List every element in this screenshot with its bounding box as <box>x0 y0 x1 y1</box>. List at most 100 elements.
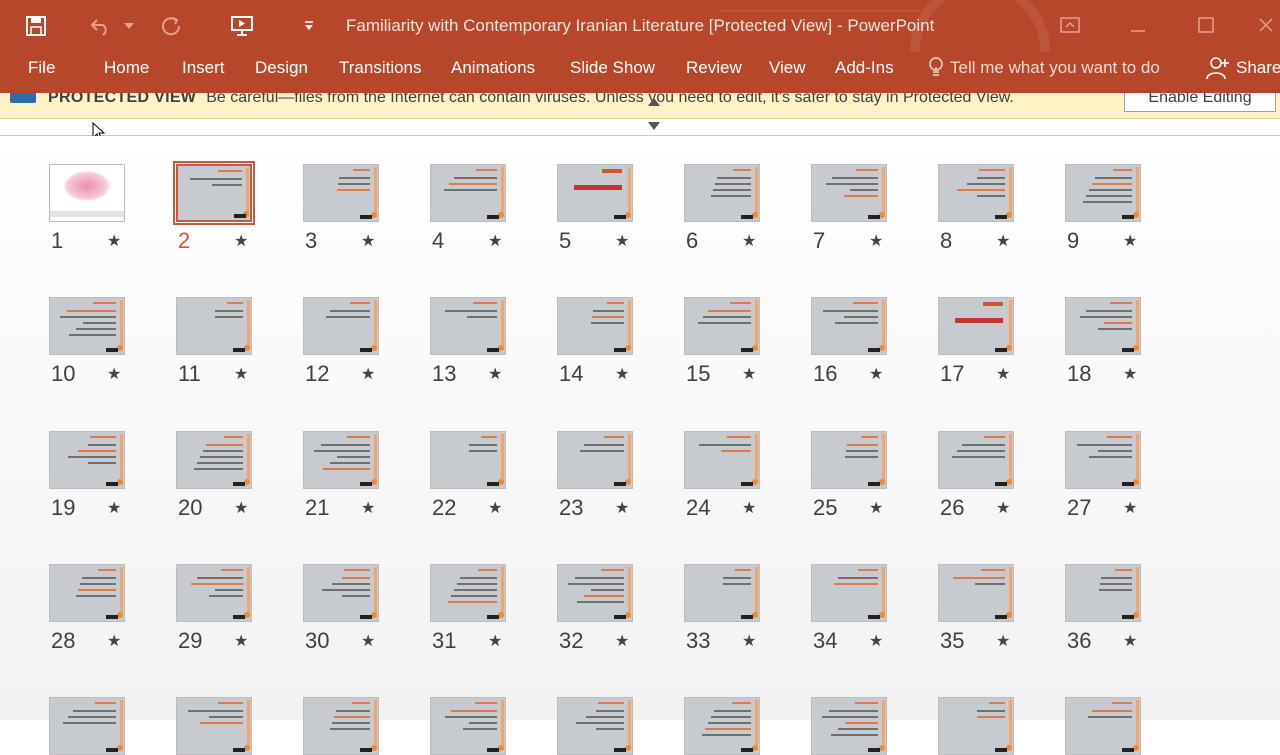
animation-star-icon[interactable]: ★ <box>869 631 883 651</box>
slide-thumbnail[interactable] <box>303 431 379 489</box>
slide-sorter-pane[interactable]: 1 ★ 2 ★ 3 ★ 4 ★ 5 ★ 6 ★ 7 ★ 8 ★ 9 ★ 10 ★ 11 ★ 12 ★ 13 ★ 14 ★ 15 ★ 16 ★ 1… <box>0 136 1280 755</box>
slide-thumbnail[interactable] <box>557 564 633 622</box>
tab-review[interactable]: Review <box>686 52 742 93</box>
slide-thumbnail[interactable] <box>1065 431 1141 489</box>
slide-thumbnail[interactable] <box>684 564 760 622</box>
slide-thumbnail[interactable] <box>49 697 125 755</box>
slide-thumbnail[interactable] <box>811 697 887 755</box>
animation-star-icon[interactable]: ★ <box>488 364 502 384</box>
animation-star-icon[interactable]: ★ <box>488 631 502 651</box>
animation-star-icon[interactable]: ★ <box>361 498 375 518</box>
animation-star-icon[interactable]: ★ <box>742 231 756 251</box>
tab-home[interactable]: Home <box>104 52 149 93</box>
slide-thumbnail[interactable] <box>684 297 760 355</box>
slide-thumbnail[interactable] <box>938 564 1014 622</box>
animation-star-icon[interactable]: ★ <box>107 498 121 518</box>
tab-file[interactable]: File <box>28 52 55 93</box>
close-icon[interactable] <box>1258 10 1280 40</box>
animation-star-icon[interactable]: ★ <box>488 498 502 518</box>
slide-thumbnail[interactable] <box>49 297 125 355</box>
slide-thumbnail[interactable] <box>684 431 760 489</box>
enable-editing-button[interactable]: Enable Editing <box>1124 93 1276 112</box>
animation-star-icon[interactable]: ★ <box>1123 231 1137 251</box>
slide-thumbnail[interactable] <box>430 431 506 489</box>
slide-thumbnail[interactable] <box>811 164 887 222</box>
animation-star-icon[interactable]: ★ <box>361 231 375 251</box>
slide-thumbnail[interactable] <box>49 431 125 489</box>
tab-slide-show[interactable]: Slide Show <box>570 52 655 93</box>
animation-star-icon[interactable]: ★ <box>234 498 248 518</box>
animation-star-icon[interactable]: ★ <box>996 364 1010 384</box>
slide-thumbnail[interactable] <box>557 297 633 355</box>
animation-star-icon[interactable]: ★ <box>1123 498 1137 518</box>
undo-dropdown-icon[interactable] <box>120 12 138 40</box>
tab-insert[interactable]: Insert <box>182 52 225 93</box>
collapse-up-arrow-icon[interactable] <box>648 98 660 106</box>
slide-thumbnail[interactable] <box>430 297 506 355</box>
slide-thumbnail[interactable] <box>938 697 1014 755</box>
animation-star-icon[interactable]: ★ <box>869 498 883 518</box>
minimize-icon[interactable] <box>1118 10 1158 40</box>
slide-thumbnail[interactable] <box>49 564 125 622</box>
slide-thumbnail[interactable] <box>176 431 252 489</box>
animation-star-icon[interactable]: ★ <box>615 631 629 651</box>
redo-icon[interactable] <box>156 12 186 40</box>
slide-thumbnail[interactable] <box>684 697 760 755</box>
animation-star-icon[interactable]: ★ <box>1123 631 1137 651</box>
slide-thumbnail[interactable] <box>557 697 633 755</box>
animation-star-icon[interactable]: ★ <box>107 231 121 251</box>
slide-thumbnail[interactable] <box>303 697 379 755</box>
animation-star-icon[interactable]: ★ <box>869 364 883 384</box>
tell-me-box[interactable]: Tell me what you want to do <box>928 52 1160 93</box>
animation-star-icon[interactable]: ★ <box>488 231 502 251</box>
slide-thumbnail[interactable] <box>1065 297 1141 355</box>
animation-star-icon[interactable]: ★ <box>1123 364 1137 384</box>
animation-star-icon[interactable]: ★ <box>615 498 629 518</box>
slide-thumbnail[interactable] <box>49 164 125 222</box>
animation-star-icon[interactable]: ★ <box>742 498 756 518</box>
save-icon[interactable] <box>20 12 52 40</box>
slide-thumbnail[interactable] <box>303 297 379 355</box>
animation-star-icon[interactable]: ★ <box>996 631 1010 651</box>
tab-view[interactable]: View <box>769 52 806 93</box>
slide-thumbnail[interactable] <box>430 564 506 622</box>
animation-star-icon[interactable]: ★ <box>996 231 1010 251</box>
slide-thumbnail[interactable] <box>430 164 506 222</box>
slide-thumbnail[interactable] <box>938 431 1014 489</box>
slide-thumbnail[interactable] <box>1065 697 1141 755</box>
animation-star-icon[interactable]: ★ <box>361 364 375 384</box>
share-button[interactable]: Share <box>1206 52 1280 93</box>
tab-design[interactable]: Design <box>255 52 308 93</box>
slide-thumbnail[interactable] <box>1065 164 1141 222</box>
slide-thumbnail[interactable] <box>811 431 887 489</box>
slideshow-from-start-icon[interactable] <box>226 12 258 40</box>
slide-thumbnail[interactable] <box>938 164 1014 222</box>
slide-thumbnail[interactable] <box>303 164 379 222</box>
animation-star-icon[interactable]: ★ <box>869 231 883 251</box>
undo-icon[interactable] <box>86 12 116 40</box>
animation-star-icon[interactable]: ★ <box>234 631 248 651</box>
animation-star-icon[interactable]: ★ <box>234 364 248 384</box>
slide-thumbnail[interactable] <box>176 564 252 622</box>
slide-thumbnail[interactable] <box>173 161 255 225</box>
slide-thumbnail[interactable] <box>557 431 633 489</box>
slide-thumbnail[interactable] <box>176 697 252 755</box>
maximize-icon[interactable] <box>1186 10 1226 40</box>
slide-thumbnail[interactable] <box>811 297 887 355</box>
slide-thumbnail[interactable] <box>684 164 760 222</box>
customize-qat-icon[interactable] <box>300 12 318 40</box>
slide-thumbnail[interactable] <box>1065 564 1141 622</box>
tab-add-ins[interactable]: Add-Ins <box>835 52 894 93</box>
slide-thumbnail[interactable] <box>176 297 252 355</box>
animation-star-icon[interactable]: ★ <box>234 231 248 251</box>
animation-star-icon[interactable]: ★ <box>615 231 629 251</box>
tab-transitions[interactable]: Transitions <box>339 52 422 93</box>
animation-star-icon[interactable]: ★ <box>996 498 1010 518</box>
expand-down-arrow-icon[interactable] <box>648 122 660 130</box>
animation-star-icon[interactable]: ★ <box>107 364 121 384</box>
animation-star-icon[interactable]: ★ <box>615 364 629 384</box>
animation-star-icon[interactable]: ★ <box>107 631 121 651</box>
slide-thumbnail[interactable] <box>430 697 506 755</box>
slide-thumbnail[interactable] <box>303 564 379 622</box>
slide-thumbnail[interactable] <box>811 564 887 622</box>
